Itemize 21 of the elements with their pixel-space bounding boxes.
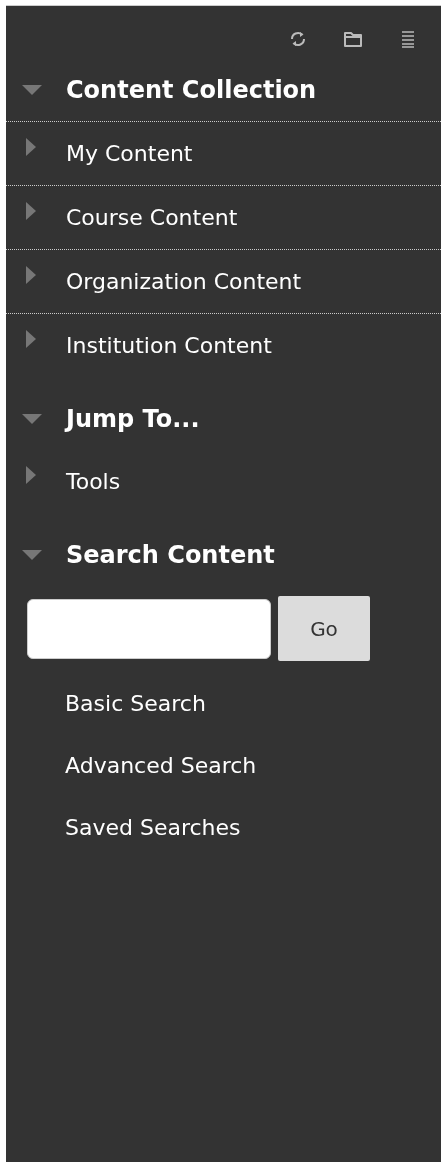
tree-item[interactable]: Organization Content xyxy=(66,269,302,294)
collapse-arrow-icon[interactable] xyxy=(22,413,42,424)
search-link[interactable]: Basic Search xyxy=(65,672,441,734)
section-heading[interactable]: Jump To... xyxy=(66,404,200,433)
expand-arrow-icon[interactable] xyxy=(26,329,36,348)
section-heading[interactable]: Content Collection xyxy=(66,75,317,104)
expand-arrow-icon[interactable] xyxy=(26,137,36,156)
search-link[interactable]: Advanced Search xyxy=(65,734,441,796)
go-button[interactable]: Go xyxy=(278,596,370,661)
section-heading[interactable]: Search Content xyxy=(66,540,275,569)
tree-item[interactable]: Course Content xyxy=(66,205,238,230)
tree-item[interactable]: Institution Content xyxy=(66,333,272,358)
expand-arrow-icon[interactable] xyxy=(26,465,36,484)
expand-arrow-icon[interactable] xyxy=(26,201,36,220)
search-link[interactable]: Saved Searches xyxy=(65,796,441,858)
collapse-arrow-icon[interactable] xyxy=(22,549,42,560)
tree-item[interactable]: Tools xyxy=(66,469,121,494)
tree-item[interactable]: My Content xyxy=(66,141,193,166)
search-field[interactable] xyxy=(27,598,271,659)
collapse-arrow-icon[interactable] xyxy=(22,84,42,95)
expand-arrow-icon[interactable] xyxy=(26,265,36,284)
